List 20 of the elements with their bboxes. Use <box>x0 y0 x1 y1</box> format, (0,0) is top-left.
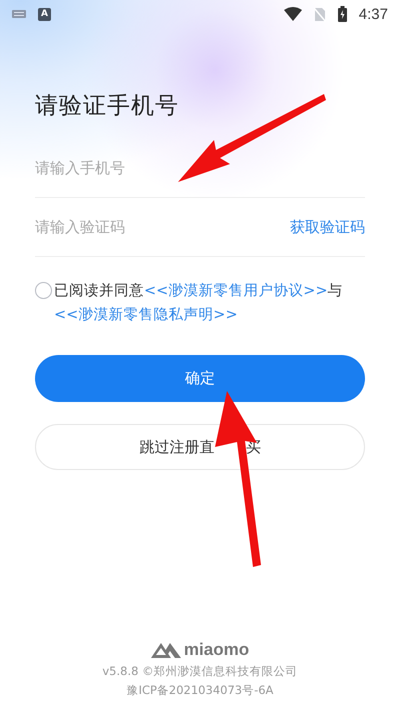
battery-icon <box>338 6 347 22</box>
keyboard-icon <box>12 10 26 18</box>
icp-text: 豫ICP备2021034073号-6A <box>126 683 274 698</box>
confirm-button[interactable]: 确定 <box>35 355 365 402</box>
get-code-link[interactable]: 获取验证码 <box>290 218 365 236</box>
copyright-text: v5.8.8 ©郑州渺漠信息科技有限公司 <box>102 664 298 679</box>
brand-logo-text: miaomo <box>184 640 250 660</box>
clock-time: 4:37 <box>358 6 388 22</box>
agreement-link[interactable]: <<渺漠新零售用户协议>> <box>144 283 328 299</box>
no-sim-icon <box>314 6 326 22</box>
mountain-logo-icon <box>150 642 181 658</box>
arrow-icon <box>176 92 328 184</box>
input-method-badge: A <box>38 8 51 20</box>
agree-radio[interactable] <box>35 282 52 299</box>
code-input[interactable]: 请输入验证码 <box>35 212 290 242</box>
phone-input[interactable]: 请输入手机号 <box>35 153 365 183</box>
page-title: 请验证手机号 <box>35 92 180 121</box>
agreement-text: 已阅读并同意<<渺漠新零售用户协议>>与 <<渺漠新零售隐私声明>> <box>54 282 344 325</box>
agreement-link[interactable]: <<渺漠新零售隐私声明>> <box>54 307 238 323</box>
wifi-icon <box>284 7 302 21</box>
